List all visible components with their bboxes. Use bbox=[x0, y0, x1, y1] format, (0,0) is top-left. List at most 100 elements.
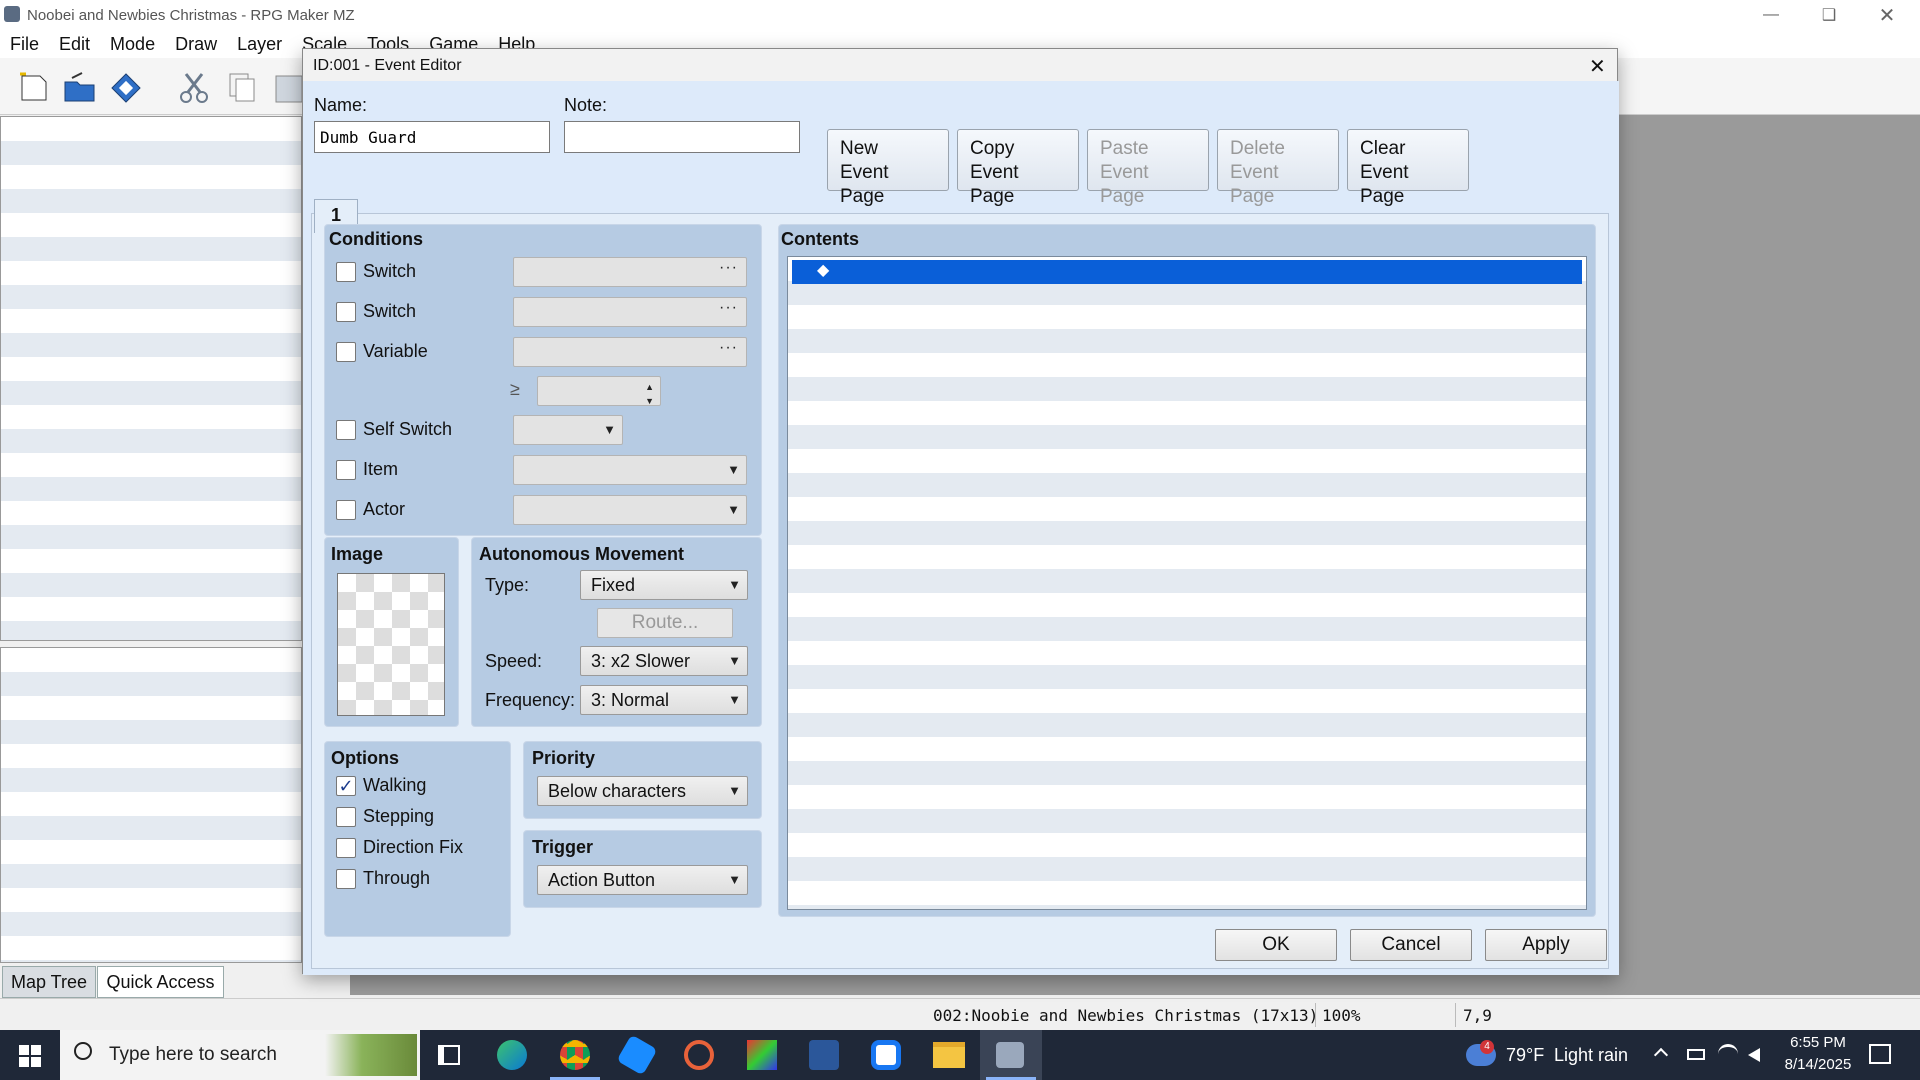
item-checkbox[interactable] bbox=[336, 460, 356, 480]
minimize-button[interactable]: — bbox=[1742, 0, 1800, 30]
self-switch-dropdown[interactable]: ▼ bbox=[513, 415, 623, 445]
app-title: Noobei and Newbies Christmas - RPG Maker… bbox=[27, 6, 355, 24]
tab-quick-access[interactable]: Quick Access bbox=[97, 966, 224, 998]
variable-checkbox[interactable] bbox=[336, 342, 356, 362]
priority-heading: Priority bbox=[532, 748, 596, 768]
clock-date[interactable]: 8/14/2025 bbox=[1776, 1056, 1860, 1073]
paste-event-page-button[interactable]: Paste Event Page bbox=[1087, 129, 1209, 207]
wifi-icon[interactable] bbox=[1718, 1044, 1738, 1064]
save-project-icon[interactable] bbox=[108, 70, 144, 104]
options-heading: Options bbox=[331, 748, 399, 768]
battery-icon[interactable] bbox=[1687, 1049, 1705, 1060]
switch1-checkbox[interactable] bbox=[336, 262, 356, 282]
map-list-panel[interactable] bbox=[0, 116, 302, 641]
tab-map-tree[interactable]: Map Tree bbox=[2, 966, 96, 998]
window-close-button[interactable]: ✕ bbox=[1858, 0, 1916, 30]
status-divider bbox=[1455, 1003, 1456, 1027]
name-label: Name: bbox=[314, 95, 368, 115]
copy-event-page-button[interactable]: Copy Event Page bbox=[957, 129, 1079, 207]
menu-file[interactable]: File bbox=[0, 34, 49, 55]
apply-button[interactable]: Apply bbox=[1485, 929, 1607, 961]
movement-type-dropdown[interactable]: Fixed ▼ bbox=[580, 570, 748, 600]
movement-speed-dropdown[interactable]: 3: x2 Slower ▼ bbox=[580, 646, 748, 676]
map-tree-panel[interactable] bbox=[0, 647, 302, 963]
weather-badge: 4 bbox=[1480, 1040, 1494, 1054]
messenger-app-icon[interactable] bbox=[871, 1040, 901, 1070]
event-editor-dialog: ID:001 - Event Editor ✕ Name: Note: NewE… bbox=[302, 48, 1619, 975]
stepping-label: Stepping bbox=[363, 806, 435, 826]
name-input[interactable] bbox=[314, 121, 550, 153]
self-switch-checkbox[interactable] bbox=[336, 420, 356, 440]
switch1-label: Switch bbox=[363, 261, 417, 281]
menu-draw[interactable]: Draw bbox=[165, 34, 227, 55]
clock-time[interactable]: 6:55 PM bbox=[1782, 1034, 1854, 1051]
notifications-icon[interactable] bbox=[1869, 1044, 1891, 1064]
switch2-checkbox[interactable] bbox=[336, 302, 356, 322]
status-zoom: 100% bbox=[1322, 1006, 1361, 1025]
windows-start-icon[interactable] bbox=[19, 1045, 41, 1067]
task-view-icon[interactable] bbox=[438, 1045, 460, 1065]
walking-label: Walking bbox=[363, 775, 427, 795]
snipping-tool-icon[interactable] bbox=[616, 1034, 658, 1076]
status-bar: 002:Noobie and Newbies Christmas (17x13)… bbox=[0, 998, 1920, 1032]
copy-icon[interactable] bbox=[224, 70, 260, 104]
switch1-selector[interactable]: ··· bbox=[513, 257, 747, 287]
taskbar-search-box[interactable]: Type here to search bbox=[60, 1030, 420, 1080]
priority-dropdown[interactable]: Below characters ▼ bbox=[537, 776, 748, 806]
edge-browser-icon[interactable] bbox=[497, 1040, 527, 1070]
pen-app-icon[interactable] bbox=[684, 1040, 714, 1070]
item-dropdown[interactable]: ▼ bbox=[513, 455, 747, 485]
trigger-dropdown[interactable]: Action Button ▼ bbox=[537, 865, 748, 895]
self-switch-label: Self Switch bbox=[363, 419, 453, 439]
search-icon bbox=[74, 1042, 92, 1060]
switch2-selector[interactable]: ··· bbox=[513, 297, 747, 327]
delete-event-page-button[interactable]: Delete Event Page bbox=[1217, 129, 1339, 207]
movement-speed-label: Speed: bbox=[485, 651, 543, 671]
event-image-preview[interactable] bbox=[337, 573, 445, 716]
paste-icon[interactable] bbox=[270, 70, 303, 104]
note-input[interactable] bbox=[564, 121, 800, 153]
walking-checkbox[interactable]: ✓ bbox=[336, 776, 356, 796]
stepping-checkbox[interactable] bbox=[336, 807, 356, 827]
menu-mode[interactable]: Mode bbox=[100, 34, 165, 55]
conditions-heading: Conditions bbox=[329, 229, 423, 249]
menu-edit[interactable]: Edit bbox=[49, 34, 100, 55]
event-command-list[interactable] bbox=[787, 256, 1587, 910]
movement-frequency-label: Frequency: bbox=[485, 690, 576, 710]
new-project-icon[interactable] bbox=[16, 70, 52, 104]
show-hidden-icons-icon[interactable] bbox=[1653, 1047, 1669, 1063]
route-button[interactable]: Route... bbox=[597, 608, 733, 638]
taskbar: Type here to search 4 79°F Light rain 6:… bbox=[0, 1030, 1920, 1080]
image-heading: Image bbox=[331, 544, 384, 564]
direction-fix-checkbox[interactable] bbox=[336, 838, 356, 858]
restore-button[interactable]: ❑ bbox=[1800, 0, 1858, 30]
dialog-body: Name: Note: NewEvent Page CopyEvent Page… bbox=[303, 81, 1619, 975]
file-explorer-icon[interactable] bbox=[933, 1042, 965, 1068]
word-app-icon[interactable] bbox=[809, 1040, 839, 1070]
new-event-page-button[interactable]: New Event Page bbox=[827, 129, 949, 207]
actor-checkbox[interactable] bbox=[336, 500, 356, 520]
movement-type-label: Type: bbox=[485, 575, 530, 595]
open-project-icon[interactable] bbox=[62, 70, 98, 104]
clear-event-page-button[interactable]: Clear Event Page bbox=[1347, 129, 1469, 207]
cut-icon[interactable] bbox=[176, 70, 212, 104]
weather-temperature[interactable]: 79°F bbox=[1506, 1045, 1544, 1066]
ok-button[interactable]: OK bbox=[1215, 929, 1337, 961]
variable-value-spinner[interactable]: ▲ ▼ bbox=[537, 376, 661, 406]
direction-fix-label: Direction Fix bbox=[363, 837, 464, 857]
cancel-button[interactable]: Cancel bbox=[1350, 929, 1472, 961]
rpg-maker-taskbar-button[interactable] bbox=[980, 1030, 1042, 1080]
gte-symbol: ≥ bbox=[510, 379, 520, 399]
item-label: Item bbox=[363, 459, 399, 479]
paint-app-icon[interactable] bbox=[747, 1040, 777, 1070]
menu-layer[interactable]: Layer bbox=[227, 34, 292, 55]
weather-condition[interactable]: Light rain bbox=[1554, 1045, 1628, 1066]
movement-frequency-dropdown[interactable]: 3: Normal ▼ bbox=[580, 685, 748, 715]
dialog-close-button[interactable]: ✕ bbox=[1589, 54, 1606, 79]
variable-selector[interactable]: ··· bbox=[513, 337, 747, 367]
command-list-selected-row[interactable]: ◆ bbox=[792, 260, 1582, 284]
through-checkbox[interactable] bbox=[336, 869, 356, 889]
chrome-browser-icon[interactable] bbox=[560, 1040, 590, 1070]
actor-dropdown[interactable]: ▼ bbox=[513, 495, 747, 525]
volume-icon[interactable] bbox=[1748, 1048, 1760, 1062]
